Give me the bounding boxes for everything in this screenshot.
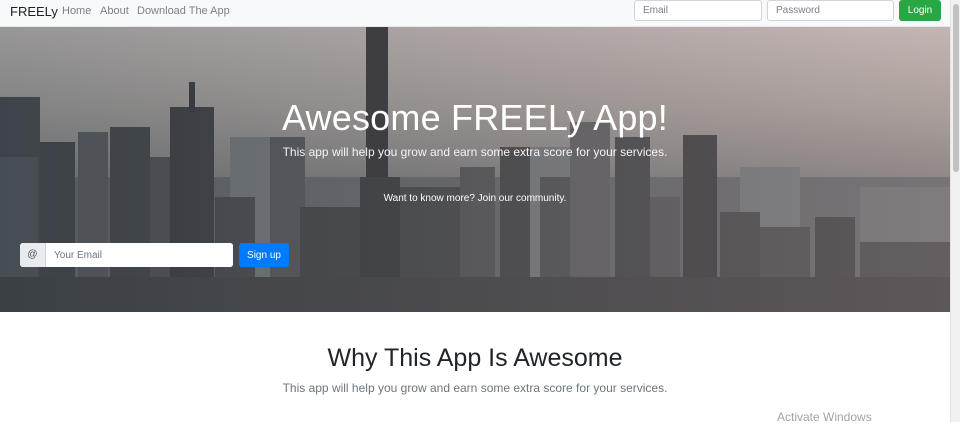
hero-title: Awesome FREELy App! <box>282 97 668 138</box>
top-navbar: FREELy Home About Download The App Login <box>0 0 950 27</box>
section-title: Why This App Is Awesome <box>327 344 623 372</box>
signup-email-group: @ <box>20 243 233 267</box>
brand-logo[interactable]: FREELy <box>10 4 58 19</box>
nav-link-download[interactable]: Download The App <box>137 5 230 17</box>
login-password-input[interactable] <box>767 0 894 21</box>
nav-link-home[interactable]: Home <box>62 5 91 17</box>
vertical-scrollbar[interactable] <box>950 0 960 422</box>
signup-button[interactable]: Sign up <box>239 243 289 267</box>
section-subtitle: This app will help you grow and earn som… <box>282 381 668 395</box>
nav-link-about[interactable]: About <box>100 5 129 17</box>
hero-overlay <box>0 27 950 312</box>
hero-cta-text: Want to know more? Join our community. <box>383 193 567 204</box>
login-email-input[interactable] <box>634 0 762 21</box>
at-sign-icon: @ <box>20 243 46 267</box>
login-button[interactable]: Login <box>899 0 941 21</box>
hero-banner: Awesome FREELy App! This app will help y… <box>0 27 950 312</box>
signup-email-input[interactable] <box>46 243 233 267</box>
scrollbar-thumb[interactable] <box>953 4 959 172</box>
hero-subtitle: This app will help you grow and earn som… <box>282 145 668 159</box>
